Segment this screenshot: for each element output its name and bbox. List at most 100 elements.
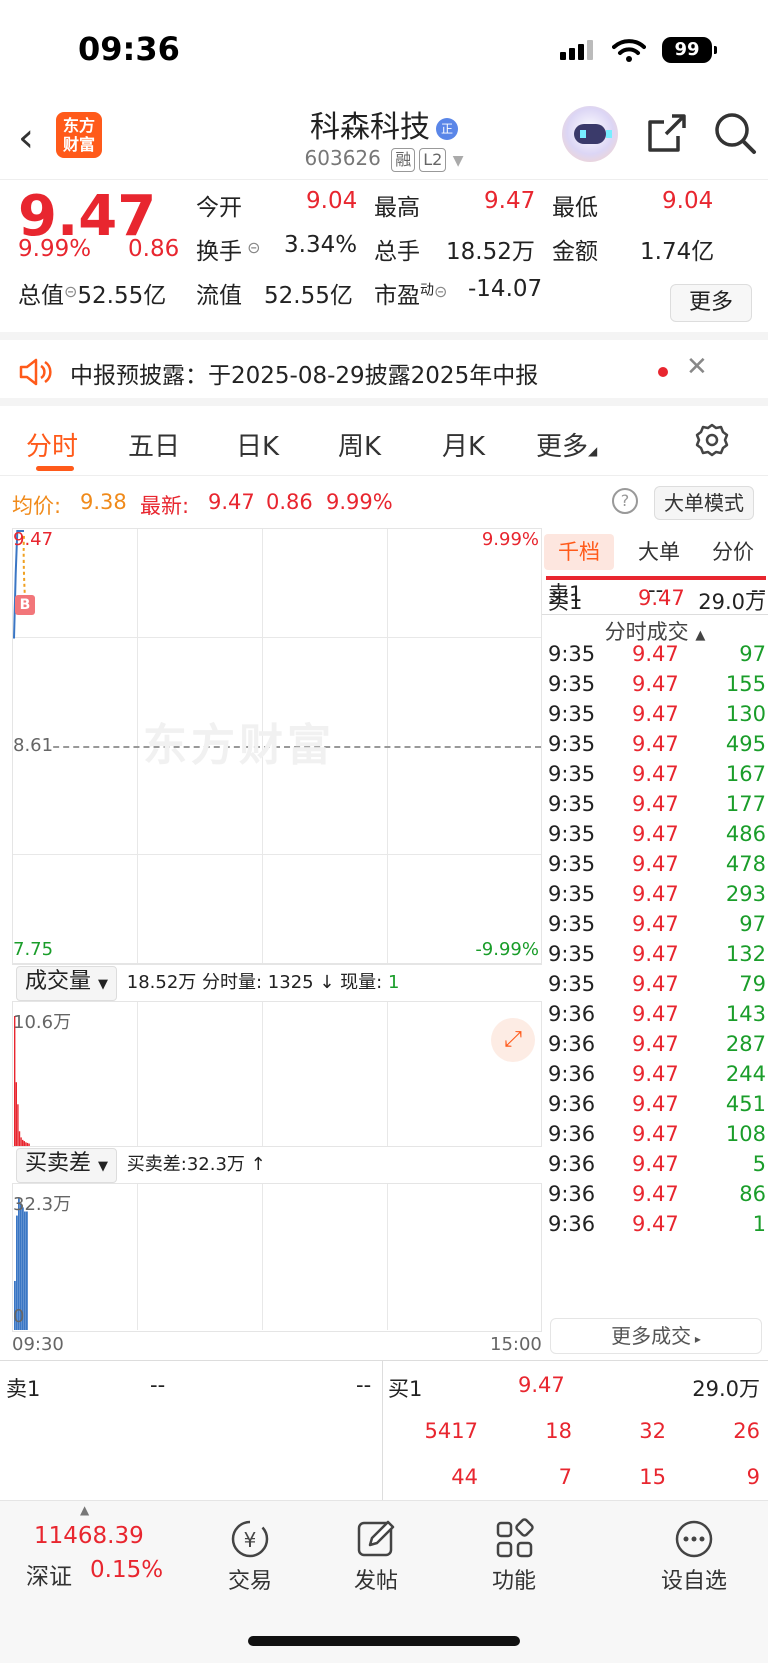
high-label: 最高 [374,195,420,221]
index-ticker[interactable]: ▲ 11468.39 深证 0.15% [0,1501,176,1601]
tick-time: 9:35 [548,702,596,726]
volume-bar [17,1104,19,1146]
tick-volume: 177 [725,792,766,816]
diff-info: 买卖差:32.3万 ↑ [126,1154,266,1175]
volume-bar [18,1131,21,1146]
tick-price: 9.47 [632,732,679,756]
search-icon[interactable] [712,110,758,156]
volume-max-label: 10.6万 [13,1012,72,1033]
notice-text: 中报预披露：于2025-08-29披露2025年中报 [70,363,539,389]
nav-post[interactable]: 发帖 [326,1517,426,1595]
tick-row: 9:36 9.47 108 [548,1122,766,1154]
tick-price: 9.47 [632,1002,679,1026]
tick-volume: 244 [725,1062,766,1086]
queue-value: 15 [639,1465,666,1489]
tick-time: 9:35 [548,852,596,876]
tick-price: 9.47 [632,642,679,666]
stock-header: ‹ 东方财富 科森科技正 603626 融 L2 ▼ [0,100,768,180]
more-ticks-button[interactable]: 更多成交 ▸ [550,1318,762,1354]
tick-volume: 130 [725,702,766,726]
tick-volume: 1 [752,1212,766,1236]
avg-price: 9.38 [80,490,127,514]
more-quote-button[interactable]: 更多 [670,284,752,322]
mcap-label[interactable]: 总值⊝52.55亿 [18,276,166,310]
nav-add-watchlist[interactable]: 设自选 [644,1517,744,1595]
mid-price-label: 8.61 [13,735,54,756]
tick-time: 9:36 [548,1182,596,1206]
change-pct: 9.99% [18,236,92,262]
tick-time: 9:35 [548,972,596,996]
nav-trade[interactable]: ¥ 交易 [200,1517,300,1595]
share-icon[interactable] [646,112,688,154]
intraday-chart[interactable]: 东方财富 9.47 9.99% 8.61 7.75 -9.99% B [12,528,542,964]
tick-price: 9.47 [632,1092,679,1116]
pe-label-text: 市盈 [374,283,420,309]
nav-trade-label: 交易 [227,1569,272,1594]
diff-bar [26,1211,28,1330]
tick-row: 9:35 9.47 486 [548,822,766,854]
diff-max-label: 32.3万 [13,1194,72,1215]
tick-volume: 132 [725,942,766,966]
ai-assistant-avatar[interactable] [562,106,618,162]
tick-volume: 287 [725,1032,766,1056]
volume-now-label: 现量: [340,972,383,993]
tick-price: 9.47 [632,942,679,966]
tab-monthly-k[interactable]: 月K [442,426,485,463]
turnover-label-text: 换手 [196,239,242,265]
status-bar: 09:36 99 [0,0,768,100]
tab-daily-k[interactable]: 日K [236,426,279,463]
buy1-vol: 29.0万 [698,590,766,614]
bottom-sell1-price: -- [150,1373,166,1397]
close-icon[interactable]: ✕ [686,352,708,382]
nav-post-label: 发帖 [353,1569,398,1594]
index-pct: 0.15% [90,1557,164,1583]
stock-name-text: 科森科技 [310,110,430,145]
volume-chart[interactable]: 10.6万 ⤢ [12,1002,542,1146]
queue-value: 44 [451,1465,478,1489]
tick-time: 9:35 [548,642,596,666]
gear-icon[interactable] [694,422,730,458]
queue-value: 18 [545,1419,572,1443]
change-amount: 0.86 [128,236,180,262]
tick-row: 9:36 9.47 1 [548,1212,766,1244]
divider [382,1361,383,1501]
tab-more[interactable]: 更多◢ [536,426,597,463]
low-value: 9.04 [662,188,714,214]
tick-volume: 97 [739,642,766,666]
tab-weekly-k[interactable]: 周K [338,426,381,463]
help-icon[interactable]: ? [612,488,638,514]
tick-row: 9:35 9.47 293 [548,882,766,914]
volume-toolbar: 成交量 ▼ 18.52万 分时量: 1325 ↓ 现量: 1 [12,964,542,1002]
float-value: 52.55亿 [264,283,353,309]
tick-volume: 293 [725,882,766,906]
tick-volume: 478 [725,852,766,876]
speaker-icon [19,358,52,386]
diff-indicator-dropdown[interactable]: 买卖差 ▼ [16,1147,118,1183]
expand-icon[interactable]: ⤢ [491,1018,535,1062]
latest-change: 0.86 [266,490,313,514]
tab-thousand-levels[interactable]: 千档 [544,534,614,570]
queue-value: 7 [558,1465,572,1489]
tab-big-orders[interactable]: 大单 [624,534,694,570]
tick-row: 9:35 9.47 79 [548,972,766,1004]
volume-indicator-dropdown[interactable]: 成交量 ▼ [16,965,118,1001]
caret-down-icon: ▼ [98,976,109,992]
bottom-order-book: 卖1 -- -- 买1 9.47 29.0万 5417 18 32 26 44 … [0,1360,768,1501]
notice-bar[interactable]: 中报预披露：于2025-08-29披露2025年中报 ✕ [0,340,768,406]
bottom-buy1-vol: 29.0万 [692,1377,760,1401]
turnover-label[interactable]: 换手 ⊝ [196,232,261,266]
caret-up-icon: ▲ [80,1503,90,1517]
buy-marker[interactable]: B [15,595,35,615]
tab-price-dist[interactable]: 分价 [698,534,768,570]
tick-price: 9.47 [632,762,679,786]
tick-volume: 495 [725,732,766,756]
big-order-mode-button[interactable]: 大单模式 [654,486,754,520]
diff-chart[interactable]: 32.3万 0 [12,1184,542,1332]
tab-five-day[interactable]: 五日 [128,426,180,463]
chevron-down-icon: ▼ [452,153,464,169]
volume-value: 18.52万 [446,239,535,265]
nav-functions[interactable]: 功能 [464,1517,564,1595]
tab-intraday[interactable]: 分时 [26,426,78,463]
pe-label[interactable]: 市盈动⊝ [374,276,447,310]
stock-code: 603626 [304,146,381,170]
